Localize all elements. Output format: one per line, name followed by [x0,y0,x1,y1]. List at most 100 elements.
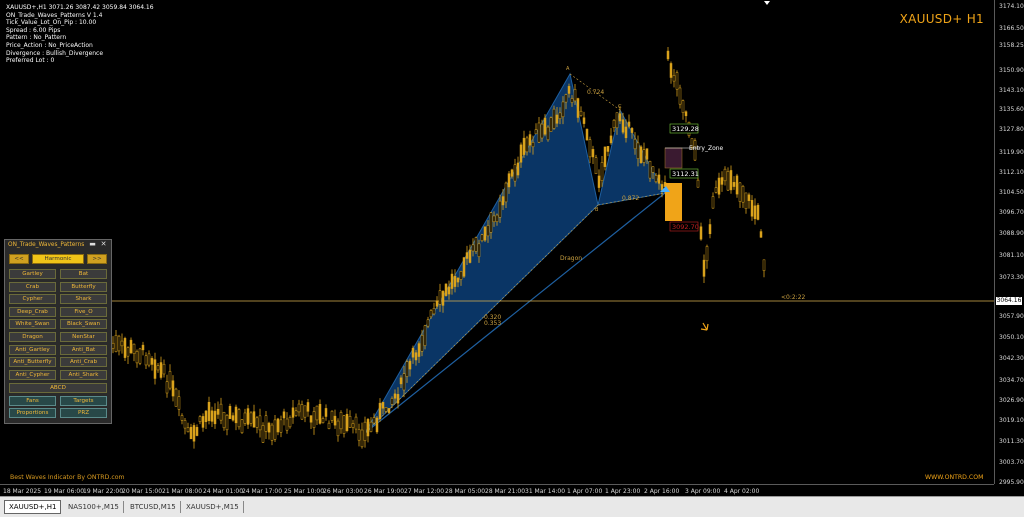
candle-body [189,426,193,440]
candle-body [426,319,430,327]
minimize-icon[interactable]: ▬ [89,241,96,248]
time-tick-label: 1 Apr 23:00 [605,488,641,495]
candle-body [327,422,331,429]
prz-button[interactable]: PRZ [60,408,107,418]
pattern-wing-bcd [597,108,666,206]
price-line-label: <0:2:22 [781,294,806,301]
candle-body [411,347,415,358]
price-axis[interactable]: 3174.10 3166.50 3158.25 3150.90 3143.10 3135.… [994,0,1024,486]
prev-mode-button[interactable]: << [9,254,29,264]
close-icon[interactable]: ✕ [100,241,107,248]
price-tick-label: 3073.30 [999,274,1024,281]
candle-body [345,413,349,431]
candle-body [306,402,310,412]
candle-body [747,194,751,201]
candle-body [606,146,610,152]
time-tick-label: 20 Mar 15:00 [122,488,163,495]
pattern-button-anti-bat[interactable]: Anti_Bat [60,344,107,355]
candle-body [399,377,403,385]
tab-xauusd-m15[interactable]: XAUUSD+,M15 [182,501,244,513]
candle-body [393,393,397,399]
candle-body [333,415,337,426]
candle-body [615,112,619,129]
candle-body [627,121,631,127]
candle-body [513,164,517,182]
time-tick-label: 4 Apr 02:00 [724,488,760,495]
candle-body [180,415,184,421]
pattern-button-five-o[interactable]: Five_O [60,306,107,317]
candle-body [387,408,391,413]
candle-body [312,411,316,428]
candle-body [696,179,700,188]
candle-body [141,344,145,351]
candle-body [534,129,538,135]
pattern-button-nenstar[interactable]: NenStar [60,332,107,342]
price-tick-label: 3019.10 [999,417,1024,424]
candle-body [612,119,616,129]
candle-body [588,139,592,158]
candle-body [468,249,472,263]
level-3-label: 3092.70 [672,223,699,231]
candle-body [246,408,250,425]
pattern-button-crab[interactable]: Crab [9,281,56,292]
candle-body [372,417,376,424]
pattern-button-anti-shark[interactable]: Anti_Shark [60,369,107,380]
abcd-button[interactable]: ABCD [9,383,107,393]
pattern-button-anti-crab[interactable]: Anti_Crab [60,357,107,368]
candle-body [708,224,712,235]
chart-area[interactable]: 0.724 0.872 0.320 0.353 Dragon A B C Ent… [0,0,1024,496]
candle-body [336,420,340,437]
candle-body [624,126,628,139]
chart-shift-marker-icon[interactable] [764,1,770,5]
entry-zone-label: Entry_Zone [689,145,724,152]
candle-body [555,114,559,124]
candle-body [669,63,673,78]
candle-body [429,310,433,318]
candle-body [618,113,622,122]
candle-body [453,276,457,287]
target-arrow-icon [700,322,709,331]
pattern-button-white-swan[interactable]: White_Swan [9,319,56,330]
candle-body [480,234,484,242]
price-chart[interactable]: 0.724 0.872 0.320 0.353 Dragon A B C Ent… [0,0,994,484]
pattern-button-shark[interactable]: Shark [60,294,107,305]
pattern-button-anti-cypher[interactable]: Anti_Cypher [9,369,56,380]
pattern-button-deep-crab[interactable]: Deep_Crab [9,306,56,317]
candle-body [390,398,394,405]
pattern-button-anti-gartley[interactable]: Anti_Gartley [9,344,56,355]
candle-body [417,343,421,357]
candle-body [759,231,763,238]
pattern-panel[interactable]: ON_Trade_Waves_Patterns ▬ ✕ << Harmonic … [4,239,112,424]
candle-body [204,410,208,423]
website-label: WWW.ONTRD.COM [925,474,984,481]
price-tick-label: 3119.90 [999,149,1024,156]
fans-button[interactable]: Fans [9,396,56,406]
tab-xauusd-h1[interactable]: XAUUSD+,H1 [4,500,62,514]
candle-body [330,410,334,421]
proportions-button[interactable]: Proportions [9,408,56,418]
pattern-button-dragon[interactable]: Dragon [9,332,56,342]
candle-body [525,137,529,153]
targets-button[interactable]: Targets [60,396,107,406]
mode-selector[interactable]: Harmonic [32,254,84,264]
candle-body [195,427,199,436]
time-tick-label: 27 Mar 12:00 [404,488,445,495]
pattern-button-cypher[interactable]: Cypher [9,294,56,305]
candle-body [543,117,547,135]
pattern-button-gartley[interactable]: Gartley [9,269,56,279]
next-mode-button[interactable]: >> [87,254,107,264]
candle-body [723,168,727,182]
tab-nas100-m15[interactable]: NAS100+,M15 [64,501,124,513]
time-tick-label: 26 Mar 19:00 [364,488,405,495]
candle-body [519,144,523,163]
tab-btcusd-m15[interactable]: BTCUSD,M15 [126,501,181,513]
price-tick-label: 3143.10 [999,87,1024,94]
pattern-button-butterfly[interactable]: Butterfly [60,281,107,292]
pattern-button-black-swan[interactable]: Black_Swan [60,319,107,330]
candle-body [294,410,298,416]
candle-body [297,403,301,413]
candle-body [318,404,322,424]
pattern-button-anti-butterfly[interactable]: Anti_Butterfly [9,357,56,368]
pattern-button-bat[interactable]: Bat [60,269,107,279]
candle-body [762,259,766,271]
